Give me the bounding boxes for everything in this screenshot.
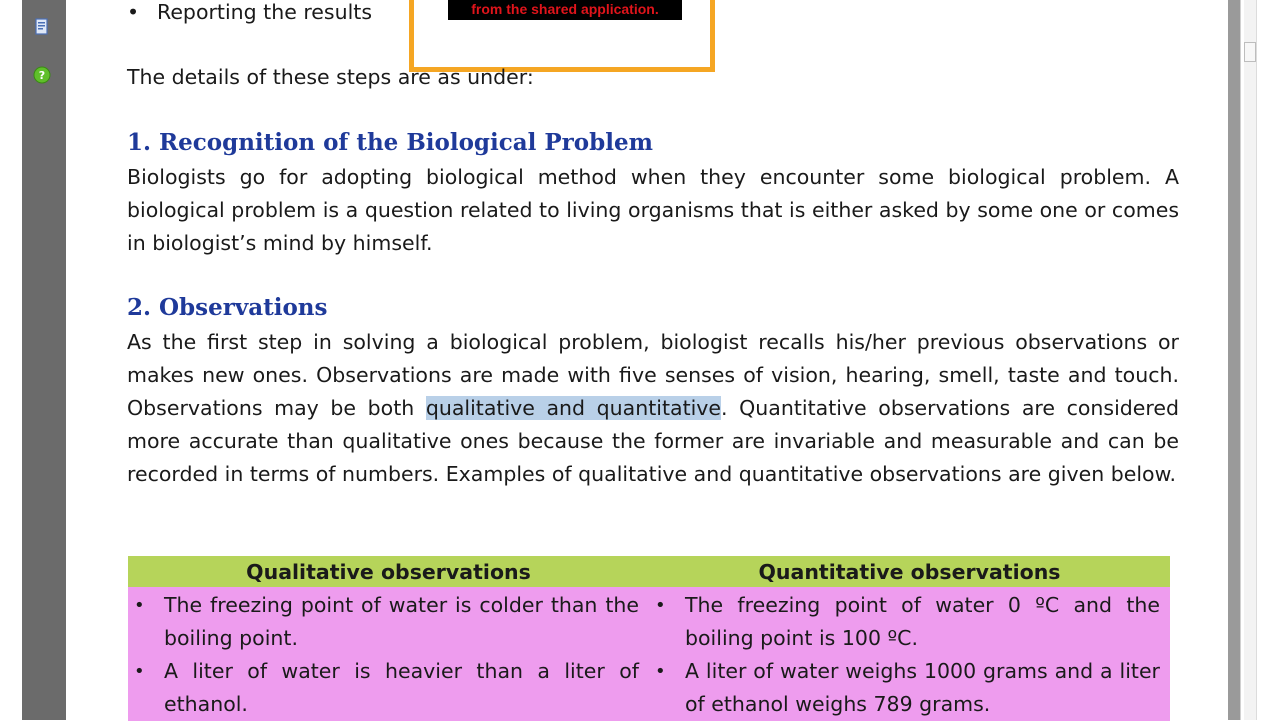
top-bullet-item: • Reporting the results: [127, 0, 372, 29]
scrollbar-track[interactable]: [1244, 0, 1257, 720]
viewer-left-margin: [0, 0, 22, 720]
top-bullet-text: Reporting the results: [157, 0, 373, 24]
section1-paragraph: Biologists go for adopting biological me…: [127, 165, 1179, 255]
list-item: A liter of water weighs 1000 grams and a…: [649, 655, 1170, 721]
qualitative-cell: The freezing point of water is colder th…: [128, 587, 649, 721]
quantitative-header: Quantitative observations: [649, 556, 1170, 587]
pages-icon[interactable]: [33, 18, 51, 36]
list-item: A liter of water is heavier than a liter…: [128, 655, 649, 721]
selected-text-highlight[interactable]: qualitative and quantitative: [425, 396, 722, 420]
scrollbar-arrow[interactable]: [1244, 42, 1256, 62]
observations-table: Qualitative observations Quantitative ob…: [128, 556, 1170, 721]
intro-text: The details of these steps are as under:: [127, 65, 534, 89]
viewer-sidebar: [22, 0, 66, 720]
quantitative-cell: The freezing point of water 0 ºC and the…: [649, 587, 1170, 721]
section2-heading: 2. Observations: [127, 294, 328, 321]
svg-text:?: ?: [39, 69, 45, 82]
bullet-dot: •: [127, 0, 140, 24]
section1-heading: 1. Recognition of the Biological Problem: [127, 129, 653, 156]
qualitative-header: Qualitative observations: [128, 556, 649, 587]
help-icon[interactable]: ?: [33, 66, 51, 84]
quantitative-list: The freezing point of water 0 ºC and the…: [649, 589, 1170, 721]
section2-paragraph: As the first step in solving a biologica…: [127, 326, 1179, 491]
qualitative-list: The freezing point of water is colder th…: [128, 589, 649, 721]
shared-app-notice-text: from the shared application.: [448, 0, 682, 20]
page-right-gutter: [1228, 0, 1240, 720]
list-item: The freezing point of water is colder th…: [128, 589, 649, 655]
list-item: The freezing point of water 0 ºC and the…: [649, 589, 1170, 655]
